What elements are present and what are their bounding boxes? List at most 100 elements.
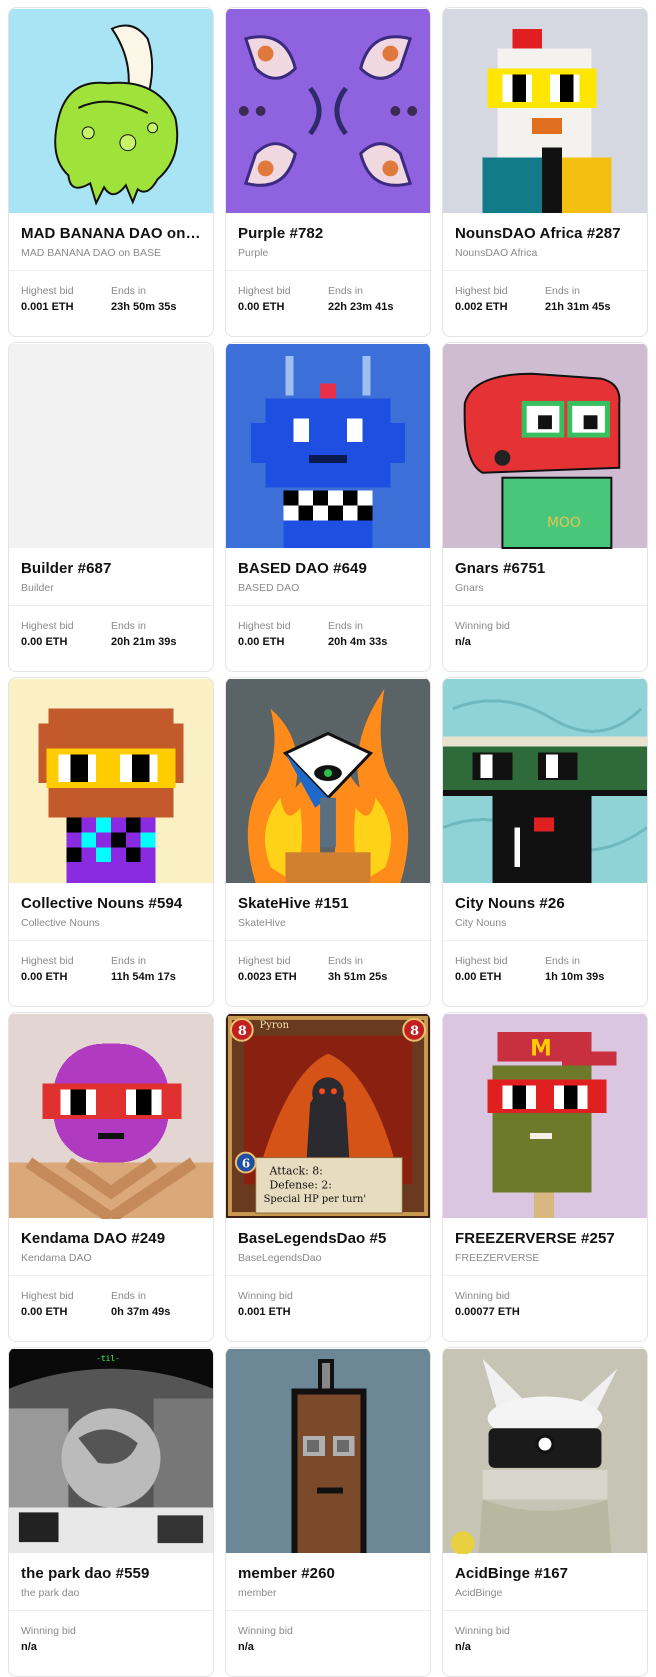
banana-art <box>9 9 213 213</box>
winning-bid-label: Winning bid <box>455 1290 510 1302</box>
collection-name: Kendama DAO <box>21 1252 92 1264</box>
auction-grid: MAD BANANA DAO on BASE MAD BANANA DAO on… <box>8 7 648 1677</box>
ends-in-value: 0h 37m 49s <box>111 1306 171 1318</box>
legends-card-special: Special HP per turn' <box>264 1194 367 1205</box>
nft-image[interactable] <box>9 343 213 549</box>
nft-title[interactable]: Collective Nouns #594 <box>21 895 201 912</box>
collection-name: Collective Nouns <box>21 917 100 929</box>
nft-title[interactable]: BASED DAO #649 <box>238 560 418 577</box>
nft-title[interactable]: MAD BANANA DAO on BASE <box>21 225 201 242</box>
highest-bid-label: Highest bid <box>455 955 508 967</box>
nft-title[interactable]: Builder #687 <box>21 560 201 577</box>
nft-title[interactable]: City Nouns #26 <box>455 895 635 912</box>
auction-card[interactable]: BASED DAO #649 BASED DAO Highest bid 0.00… <box>225 342 431 672</box>
highest-bid-label: Highest bid <box>21 955 74 967</box>
purple-art <box>226 9 430 213</box>
nft-image[interactable] <box>9 678 213 884</box>
svg-text:M: M <box>530 1037 552 1062</box>
ends-in-label: Ends in <box>111 955 147 967</box>
nft-image[interactable] <box>226 343 430 549</box>
auction-card[interactable]: Purple #782 Purple Highest bid 0.00 ETH E… <box>225 7 431 337</box>
freezer-art: M <box>443 1014 647 1218</box>
ends-in-label: Ends in <box>111 1290 147 1302</box>
legends-card-stat: 6 <box>242 1156 250 1170</box>
winning-bid-label: Winning bid <box>238 1625 293 1637</box>
ends-in-label: Ends in <box>328 285 364 297</box>
collection-name: Gnars <box>455 582 484 594</box>
nft-title[interactable]: Gnars #6751 <box>455 560 635 577</box>
collection-name: City Nouns <box>455 917 507 929</box>
highest-bid-label: Highest bid <box>21 620 74 632</box>
auction-card[interactable]: member #260 member Winning bid n/a <box>225 1347 431 1677</box>
nft-image[interactable] <box>226 1348 430 1554</box>
winning-bid-value: n/a <box>238 1641 254 1653</box>
highest-bid-label: Highest bid <box>238 955 291 967</box>
collection-name: BASED DAO <box>238 582 300 594</box>
auction-card[interactable]: Kendama DAO #249 Kendama DAO Highest bid… <box>8 1012 214 1342</box>
nft-image[interactable] <box>226 678 430 884</box>
highest-bid-label: Highest bid <box>21 1290 74 1302</box>
ends-in-value: 23h 50m 35s <box>111 301 177 313</box>
nft-title[interactable]: NounsDAO Africa #287 <box>455 225 635 242</box>
nft-image[interactable]: Pyron 8 8 6 Attack: 8: Defense: 2: Speci… <box>226 1013 430 1219</box>
highest-bid-value: 0.00 ETH <box>238 636 285 648</box>
builder-art <box>9 344 213 548</box>
legends-card-defense: Defense: 2: <box>270 1178 332 1191</box>
ends-in-value: 21h 31m 45s <box>545 301 611 313</box>
noun-africa-art <box>443 9 647 213</box>
nft-image[interactable] <box>9 8 213 214</box>
nft-title[interactable]: FREEZERVERSE #257 <box>455 1230 635 1247</box>
city-art <box>443 679 647 883</box>
nft-image[interactable] <box>443 1348 647 1554</box>
collection-name: the park dao <box>21 1587 80 1599</box>
winning-bid-value: n/a <box>21 1641 37 1653</box>
nft-title[interactable]: Kendama DAO #249 <box>21 1230 201 1247</box>
auction-card[interactable]: City Nouns #26 City Nouns Highest bid 0.0… <box>442 677 648 1007</box>
nft-title[interactable]: BaseLegendsDao #5 <box>238 1230 418 1247</box>
highest-bid-value: 0.001 ETH <box>21 301 74 313</box>
winning-bid-label: Winning bid <box>21 1625 76 1637</box>
highest-bid-value: 0.00 ETH <box>238 301 285 313</box>
auction-card[interactable]: M FREEZERVERSE #257 FREEZERVERSE Winning… <box>442 1012 648 1342</box>
nft-title[interactable]: the park dao #559 <box>21 1565 201 1582</box>
auction-card[interactable]: MAD BANANA DAO on BASE MAD BANANA DAO on… <box>8 7 214 337</box>
auction-card[interactable]: Builder #687 Builder Highest bid 0.00 ETH… <box>8 342 214 672</box>
collective-art <box>9 679 213 883</box>
gnars-art: MOO <box>443 344 647 549</box>
nft-title[interactable]: Purple #782 <box>238 225 418 242</box>
auction-card[interactable]: -til- the park dao #559 the park dao Win… <box>8 1347 214 1677</box>
auction-card[interactable]: Pyron 8 8 6 Attack: 8: Defense: 2: Speci… <box>225 1012 431 1342</box>
winning-bid-value: n/a <box>455 1641 471 1653</box>
nft-image[interactable] <box>226 8 430 214</box>
highest-bid-label: Highest bid <box>238 285 291 297</box>
nft-image[interactable]: M <box>443 1013 647 1219</box>
nft-title[interactable]: SkateHive #151 <box>238 895 418 912</box>
legends-card-cost-right: 8 <box>410 1024 419 1039</box>
highest-bid-value: 0.00 ETH <box>21 1306 68 1318</box>
nft-title[interactable]: member #260 <box>238 1565 418 1582</box>
nft-image[interactable]: -til- <box>9 1348 213 1554</box>
nft-image[interactable] <box>9 1013 213 1219</box>
ends-in-label: Ends in <box>545 955 581 967</box>
ends-in-value: 20h 4m 33s <box>328 636 388 648</box>
park-sign: -til- <box>96 1354 120 1363</box>
nft-image[interactable]: MOO <box>443 343 647 549</box>
collection-name: Purple <box>238 247 269 259</box>
collection-name: Builder <box>21 582 54 594</box>
ends-in-value: 20h 21m 39s <box>111 636 177 648</box>
auction-card[interactable]: Collective Nouns #594 Collective Nouns H… <box>8 677 214 1007</box>
based-art <box>226 344 430 548</box>
nft-image[interactable] <box>443 8 647 214</box>
ends-in-label: Ends in <box>111 620 147 632</box>
auction-card[interactable]: AcidBinge #167 AcidBinge Winning bid n/a <box>442 1347 648 1677</box>
winning-bid-value: 0.00077 ETH <box>455 1306 520 1318</box>
ends-in-value: 1h 10m 39s <box>545 971 605 983</box>
auction-card[interactable]: SkateHive #151 SkateHive Highest bid 0.00… <box>225 677 431 1007</box>
collection-name: member <box>238 1587 277 1599</box>
nft-title[interactable]: AcidBinge #167 <box>455 1565 635 1582</box>
winning-bid-value: 0.001 ETH <box>238 1306 291 1318</box>
auction-card[interactable]: NounsDAO Africa #287 NounsDAO Africa Hig… <box>442 7 648 337</box>
nft-image[interactable] <box>443 678 647 884</box>
ends-in-value: 11h 54m 17s <box>111 971 176 983</box>
auction-card[interactable]: MOO Gnars #6751 Gnars Winning bid n/a <box>442 342 648 672</box>
